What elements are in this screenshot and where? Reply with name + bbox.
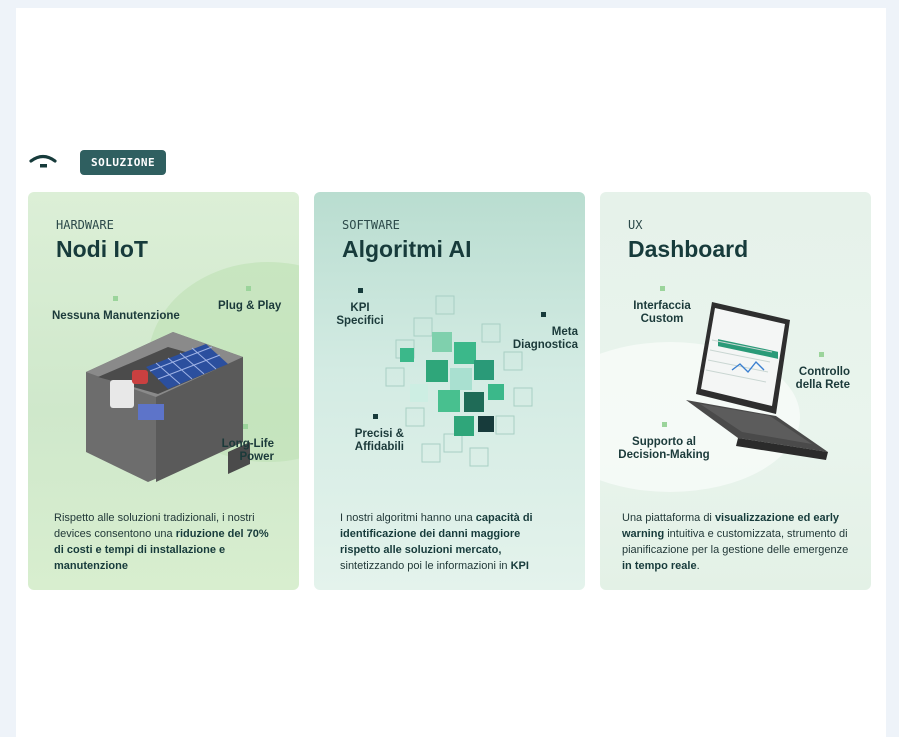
- feature-marker: [246, 286, 251, 291]
- card-category: SOFTWARE: [342, 218, 400, 232]
- feature-supporto-decision: Supporto al Decision-Making: [614, 422, 714, 462]
- feature-nessuna-manutenzione: Nessuna Manutenzione: [52, 296, 180, 323]
- card-category: HARDWARE: [56, 218, 114, 232]
- feature-marker: [113, 296, 119, 301]
- feature-marker: [357, 288, 363, 293]
- feature-marker: [659, 286, 665, 291]
- feature-long-life-power: Long-Life Power: [220, 424, 274, 464]
- feature-marker: [661, 422, 667, 427]
- card-ux: UX Dashboard Interfaccia Custom Controll…: [600, 192, 871, 590]
- feature-marker: [243, 424, 248, 429]
- solution-tag: SOLUZIONE: [80, 149, 167, 175]
- feature-interfaccia-custom: Interfaccia Custom: [630, 286, 694, 326]
- card-hardware: HARDWARE Nodi IoT Nessuna Manutenzione P…: [28, 192, 299, 590]
- card-title: Dashboard: [628, 236, 749, 262]
- card-software: SOFTWARE Algoritmi AI KPI Specifici Meta…: [314, 192, 585, 590]
- feature-marker: [819, 352, 824, 357]
- card-description: I nostri algoritmi hanno una capacità di…: [340, 512, 533, 572]
- card-title: Nodi IoT: [56, 236, 148, 262]
- feature-plug-play: Plug & Play: [218, 286, 281, 313]
- feature-marker: [373, 414, 378, 419]
- feature-controllo-rete: Controllo della Rete: [790, 352, 850, 392]
- feature-kpi-specifici: KPI Specifici: [332, 288, 388, 328]
- feature-meta-diagnostica: Meta Diagnostica: [508, 312, 578, 352]
- page: SOLUZIONE HARDWARE Nodi IoT Nessuna Manu…: [16, 8, 886, 737]
- feature-marker: [540, 312, 546, 317]
- card-category: UX: [628, 218, 643, 232]
- card-description: Rispetto alle soluzioni tradizionali, i …: [54, 512, 269, 572]
- card-title: Algoritmi AI: [342, 236, 472, 262]
- feature-precisi-affidabili: Precisi & Affidabili: [340, 414, 404, 454]
- wifi-signal-icon: [29, 154, 57, 168]
- card-description: Una piattaforma di visualizzazione ed ea…: [622, 512, 849, 572]
- section-header: SOLUZIONE: [28, 148, 167, 176]
